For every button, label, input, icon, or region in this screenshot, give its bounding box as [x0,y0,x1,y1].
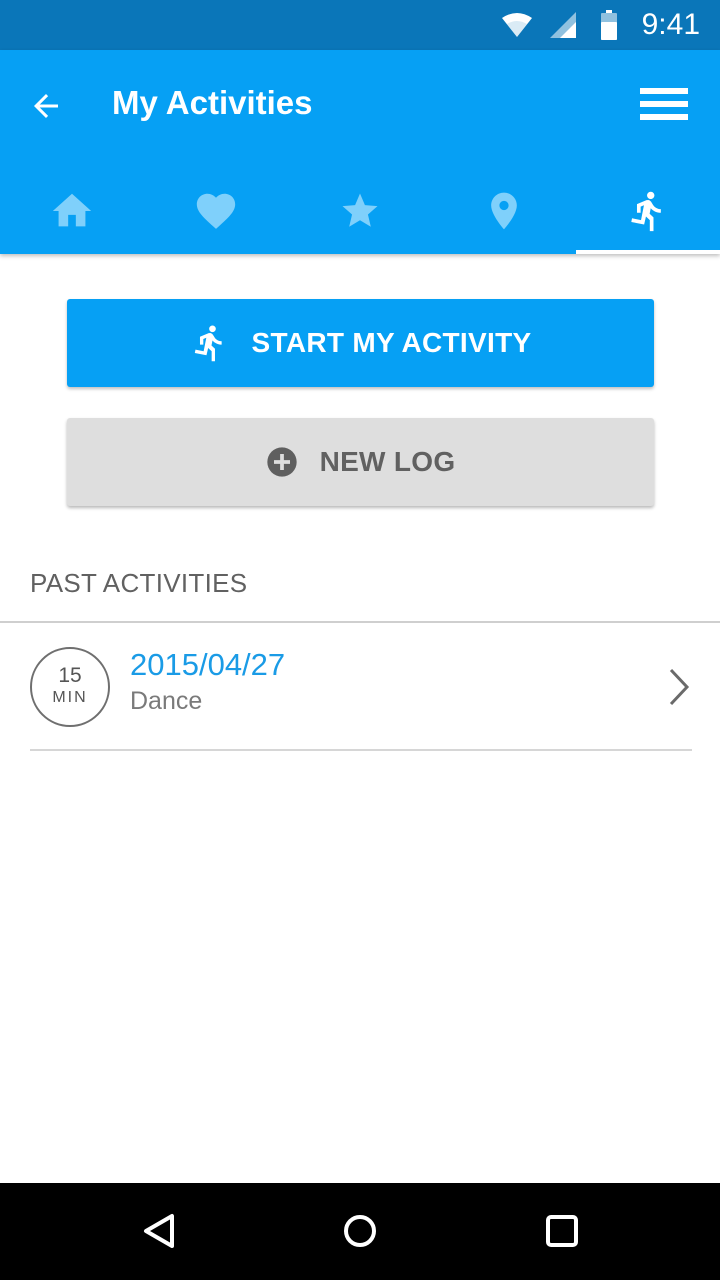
new-log-button[interactable]: NEW LOG [67,418,654,506]
status-bar: 9:41 [0,0,720,50]
nav-home-button[interactable] [330,1201,390,1261]
system-nav-bar [0,1183,720,1280]
list-item[interactable]: 15 MIN 2015/04/27 Dance [0,623,720,751]
running-person-icon [631,191,661,232]
back-triangle-icon [144,1214,174,1248]
activity-date: 2015/04/27 [130,647,286,682]
battery-icon [601,10,617,40]
page-title: My Activities [112,84,313,121]
arrow-left-icon [34,94,58,118]
wifi-icon [502,13,532,37]
past-activities-header: PAST ACTIVITIES [30,568,248,598]
start-activity-label: START MY ACTIVITY [251,327,532,358]
tab-bar [0,168,720,254]
start-activity-button[interactable]: START MY ACTIVITY [67,299,654,387]
heart-icon [196,193,236,229]
new-log-label: NEW LOG [319,446,456,477]
duration-badge: 15 MIN [30,647,110,727]
home-icon [52,193,92,227]
home-circle-icon [344,1215,376,1247]
back-button[interactable] [20,80,72,132]
tab-starred[interactable] [288,168,432,254]
menu-button[interactable] [640,84,692,124]
nav-back-button[interactable] [130,1201,190,1261]
duration-unit: MIN [52,689,88,706]
app-bar: My Activities [0,50,720,254]
menu-icon [640,88,688,120]
tab-home[interactable] [0,168,144,254]
tab-activities[interactable] [576,168,720,254]
chevron-right-icon [669,668,690,706]
tab-location[interactable] [432,168,576,254]
location-pin-icon [491,192,517,230]
running-person-icon [190,323,230,363]
signal-icon [550,12,576,38]
duration-value: 15 [58,664,82,687]
status-time: 9:41 [641,8,700,41]
activity-type: Dance [130,687,203,715]
tab-selected-indicator [576,250,720,254]
divider [30,749,692,751]
plus-circle-icon [266,446,298,478]
nav-recents-button[interactable] [532,1201,592,1261]
recents-square-icon [546,1215,578,1247]
star-icon [342,193,378,227]
tab-favorites[interactable] [144,168,288,254]
